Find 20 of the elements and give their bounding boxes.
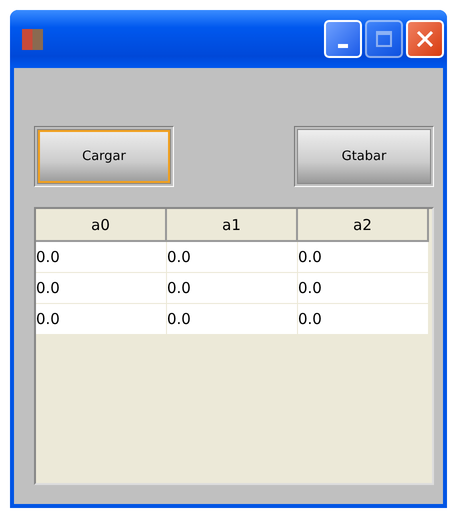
column-header[interactable]: a1 xyxy=(167,209,298,242)
close-button[interactable] xyxy=(406,20,444,58)
table-cell: 0.0 xyxy=(36,242,167,273)
minimize-icon xyxy=(338,44,348,48)
table-cell: 0.0 xyxy=(298,304,429,335)
table-cell: 0.0 xyxy=(167,242,298,273)
app-icon xyxy=(22,28,43,50)
table-cell: 0.0 xyxy=(36,273,167,304)
save-button[interactable]: Gtabar xyxy=(297,129,431,184)
close-icon xyxy=(415,29,435,49)
table-cell: 0.0 xyxy=(36,304,167,335)
minimize-button[interactable] xyxy=(324,20,362,58)
column-header[interactable]: a2 xyxy=(298,209,429,242)
maximize-icon xyxy=(374,29,394,49)
table-cell: 0.0 xyxy=(298,273,429,304)
column-header[interactable]: a0 xyxy=(36,209,167,242)
load-button[interactable]: Cargar xyxy=(37,129,171,184)
table-cell: 0.0 xyxy=(167,304,298,335)
table-cell: 0.0 xyxy=(298,242,429,273)
table-cell: 0.0 xyxy=(167,273,298,304)
